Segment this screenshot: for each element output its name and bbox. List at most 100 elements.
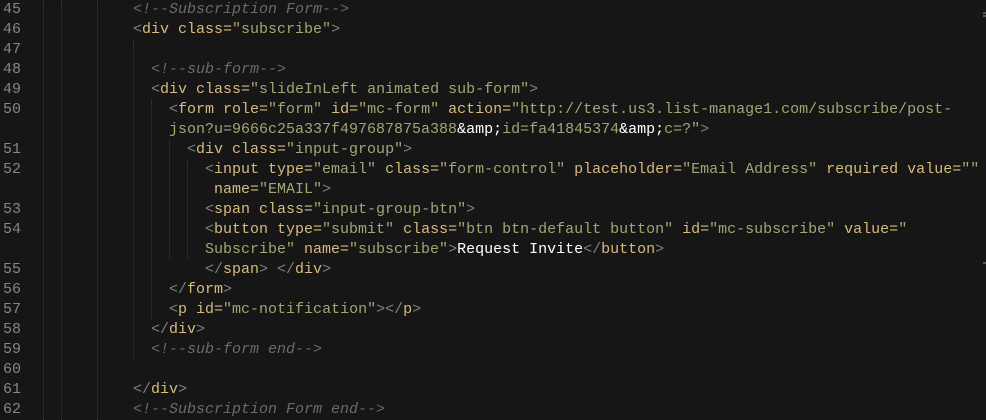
code-line[interactable]: 62 <!--Subscription Form end--> xyxy=(0,400,986,420)
code-line[interactable]: 48 <!--sub-form--> xyxy=(0,60,986,80)
code-line[interactable]: 52 <input type="email" class="form-contr… xyxy=(0,160,986,180)
code-text: <span class="input-group-btn"> xyxy=(133,200,475,220)
code-line[interactable]: 49 <div class="slideInLeft animated sub-… xyxy=(0,80,986,100)
code-token: Subscribe" xyxy=(133,241,305,258)
code-text: name="EMAIL"> xyxy=(133,180,331,200)
code-token: ></ xyxy=(376,301,404,318)
code-token: "form-control" xyxy=(439,161,575,178)
code-text: <div class="subscribe"> xyxy=(133,20,340,40)
code-token: > xyxy=(412,301,422,318)
code-token: "submit" xyxy=(322,221,404,238)
code-token: "mc-notification" xyxy=(223,301,377,318)
code-token: "input-group" xyxy=(286,141,404,158)
code-token: "subscribe" xyxy=(349,241,449,258)
code-line[interactable]: name="EMAIL"> xyxy=(0,180,986,200)
line-number: 62 xyxy=(3,401,22,418)
code-text: </span> </div> xyxy=(133,260,331,280)
code-line[interactable]: 54 <button type="submit" class="btn btn-… xyxy=(0,220,986,240)
code-line[interactable]: 51 <div class="input-group"> xyxy=(0,140,986,160)
code-token: > xyxy=(196,321,206,338)
code-token: required value= xyxy=(826,161,962,178)
code-token: id= xyxy=(196,301,224,318)
code-line[interactable]: 47 xyxy=(0,40,986,60)
code-token: "subscribe" xyxy=(232,21,332,38)
code-token: < xyxy=(133,201,215,218)
code-line[interactable]: 56 </form> xyxy=(0,280,986,300)
code-text: <!--sub-form end--> xyxy=(133,340,322,360)
code-token: < xyxy=(133,301,179,318)
line-number: 46 xyxy=(3,21,22,38)
code-token: class= xyxy=(403,221,458,238)
code-token: "Email Address" xyxy=(682,161,827,178)
line-number: 54 xyxy=(3,221,22,238)
code-token: action= xyxy=(448,101,512,118)
code-line[interactable]: 53 <span class="input-group-btn"> xyxy=(0,200,986,220)
code-token: button xyxy=(601,241,656,258)
line-number: 49 xyxy=(3,81,22,98)
code-token: < xyxy=(133,101,179,118)
code-token: json?u=9666c25a337f497687875a388 xyxy=(133,121,458,138)
code-line[interactable]: 58 </div> xyxy=(0,320,986,340)
code-token: div xyxy=(196,141,233,158)
code-token: &amp; xyxy=(457,121,503,138)
code-token: </ xyxy=(133,261,224,278)
code-token: div xyxy=(160,81,197,98)
code-token: " xyxy=(898,221,908,238)
code-token: input xyxy=(214,161,269,178)
code-token: "form" xyxy=(268,101,332,118)
code-token: </ xyxy=(583,241,602,258)
code-token: <!--Subscription Form end--> xyxy=(133,401,386,418)
line-number: 55 xyxy=(3,261,22,278)
code-token: c=?" xyxy=(664,121,701,138)
code-line[interactable]: 60 xyxy=(0,360,986,380)
code-token: > xyxy=(403,141,413,158)
code-text: <form role="form" id="mc-form" action="h… xyxy=(133,100,952,120)
line-number: 48 xyxy=(3,61,22,78)
code-token: <!--sub-form--> xyxy=(133,61,287,78)
code-line[interactable]: 57 <p id="mc-notification"></p> xyxy=(0,300,986,320)
code-token: role= xyxy=(223,101,269,118)
line-number: 51 xyxy=(3,141,22,158)
code-token: > xyxy=(322,181,332,198)
code-line[interactable]: 61 </div> xyxy=(0,380,986,400)
code-token: > xyxy=(700,121,710,138)
code-text: </form> xyxy=(133,280,232,300)
code-token: > xyxy=(178,381,188,398)
code-token: </ xyxy=(133,321,170,338)
line-number: 56 xyxy=(3,281,22,298)
code-token: &amp; xyxy=(619,121,665,138)
line-number: 50 xyxy=(3,101,22,118)
code-token: > xyxy=(331,21,341,38)
code-text: <div class="slideInLeft animated sub-for… xyxy=(133,80,538,100)
code-line[interactable]: 50 <form role="form" id="mc-form" action… xyxy=(0,100,986,120)
code-token: < xyxy=(133,21,143,38)
code-line[interactable]: 46 <div class="subscribe"> xyxy=(0,20,986,40)
line-number: 59 xyxy=(3,341,22,358)
code-token: id=fa41845374 xyxy=(502,121,620,138)
code-line[interactable]: json?u=9666c25a337f497687875a388&amp;id=… xyxy=(0,120,986,140)
code-line[interactable]: 55 </span> </div> xyxy=(0,260,986,280)
code-token: class= xyxy=(196,81,251,98)
code-token: "" xyxy=(961,161,980,178)
code-token: type= xyxy=(277,221,323,238)
code-token: "mc-form" xyxy=(358,101,449,118)
code-text: </div> xyxy=(133,380,187,400)
code-text: <p id="mc-notification"></p> xyxy=(133,300,421,320)
code-token: form xyxy=(178,101,224,118)
code-token: </ xyxy=(133,381,152,398)
code-token: class= xyxy=(259,201,314,218)
code-token: form xyxy=(187,281,224,298)
code-line[interactable]: 45 <!--Subscription Form--> xyxy=(0,0,986,20)
code-token: > xyxy=(448,241,458,258)
code-line[interactable]: 59 <!--sub-form end--> xyxy=(0,340,986,360)
code-token: "btn btn-default button" xyxy=(457,221,683,238)
code-token: name= xyxy=(133,181,260,198)
code-token: < xyxy=(133,81,161,98)
code-token: "http://test.us3.list-manage1.com/subscr… xyxy=(511,101,953,118)
code-token: "email" xyxy=(313,161,386,178)
code-token: div xyxy=(169,321,197,338)
code-line[interactable]: Subscribe" name="subscribe">Request Invi… xyxy=(0,240,986,260)
code-token: span xyxy=(223,261,260,278)
code-token: class= xyxy=(232,141,287,158)
line-number: 52 xyxy=(3,161,22,178)
